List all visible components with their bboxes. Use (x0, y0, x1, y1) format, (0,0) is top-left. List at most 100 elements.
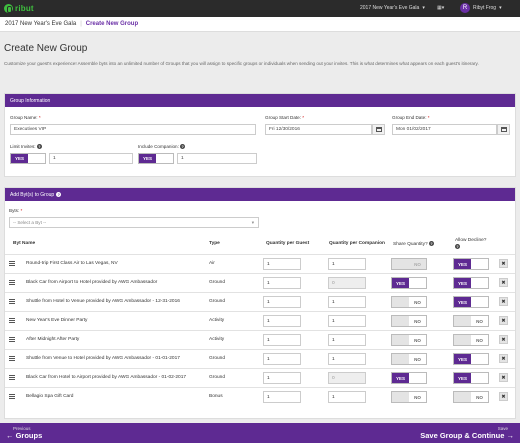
arrow-left-icon: ← (6, 431, 14, 440)
qty-guest-input[interactable]: 1 (263, 372, 301, 384)
byt-name: Black Car from Airport to Hotel provided… (26, 280, 158, 285)
share-quantity-toggle[interactable]: YES (391, 372, 427, 384)
close-icon[interactable]: ✖ (499, 278, 508, 287)
allow-decline-toggle[interactable]: NO (453, 391, 489, 403)
share-quantity-toggle[interactable]: NO (391, 391, 427, 403)
drag-handle-icon[interactable] (9, 261, 15, 266)
chevron-down-icon: ▾ (251, 219, 254, 225)
save-continue-label: Save Group & Continue (420, 431, 505, 440)
qty-guest-input[interactable]: 1 (263, 391, 301, 403)
close-icon[interactable]: ✖ (499, 259, 508, 268)
allow-decline-toggle[interactable]: YES (453, 353, 489, 365)
close-icon[interactable]: ✖ (499, 297, 508, 306)
close-icon[interactable]: ✖ (499, 316, 508, 325)
close-icon[interactable]: ✖ (499, 392, 508, 401)
byt-type: Activity (209, 337, 225, 342)
event-selector[interactable]: 2017 New Year's Eve Gala ▾ (360, 5, 425, 11)
share-quantity-toggle[interactable]: NO (391, 296, 427, 308)
share-quantity-toggle[interactable]: NO (391, 315, 427, 327)
qty-guest-input[interactable]: 1 (263, 296, 301, 308)
byt-type: Ground (209, 299, 225, 304)
help-icon[interactable]: ? (56, 192, 62, 197)
table-row: After Midnight After Party Activity 1 1 NO NO… (5, 330, 515, 349)
chevron-down-icon: ▾ (422, 5, 425, 11)
drag-handle-icon[interactable] (9, 280, 15, 285)
drag-handle-icon[interactable] (9, 394, 15, 399)
share-quantity-toggle[interactable]: NO (391, 334, 427, 346)
qty-companion-input[interactable]: 1 (328, 258, 366, 270)
chevron-down-icon: ▾ (499, 5, 502, 11)
allow-decline-toggle[interactable]: NO (453, 315, 489, 327)
qty-companion-input[interactable]: 1 (328, 296, 366, 308)
share-quantity-toggle[interactable]: NO (391, 353, 427, 365)
byt-type: Air (209, 261, 215, 266)
close-icon[interactable]: ✖ (499, 354, 508, 363)
qty-companion-input[interactable]: 1 (328, 353, 366, 365)
calendar-icon[interactable] (497, 124, 510, 135)
page-title: Create New Group (4, 43, 88, 54)
start-date-label: Group Start Date: * (265, 115, 305, 120)
qty-companion-input[interactable]: 0 (328, 372, 366, 384)
col-qty-guest: Quantity per Guest (266, 241, 310, 246)
qty-companion-input[interactable]: 1 (328, 315, 366, 327)
breadcrumb: 2017 New Year's Eve Gala | Create New Gr… (0, 17, 520, 32)
help-icon[interactable]: ? (429, 241, 435, 246)
user-menu[interactable]: R Ribyt Frog ▾ (460, 3, 502, 13)
byt-select-placeholder: -- Select a Byt -- (13, 220, 47, 225)
group-info-heading: Group Information (10, 97, 51, 104)
drag-handle-icon[interactable] (9, 318, 15, 323)
help-icon[interactable]: ? (455, 244, 460, 249)
qty-guest-input[interactable]: 1 (263, 258, 301, 270)
start-date-input[interactable]: Fri 12/30/2016 (265, 124, 372, 135)
include-companion-label: Include Companion: ? (138, 144, 186, 150)
user-name: Ribyt Frog (473, 5, 497, 11)
group-name-input[interactable]: Executives VIP (10, 124, 256, 135)
qty-guest-input[interactable]: 1 (263, 277, 301, 289)
drag-handle-icon[interactable] (9, 356, 15, 361)
qty-guest-input[interactable]: 1 (263, 315, 301, 327)
share-quantity-toggle[interactable]: NO (391, 258, 427, 270)
qty-companion-input[interactable]: 1 (328, 334, 366, 346)
table-row: Shuttle from Hotel to Venue provided by … (5, 292, 515, 311)
limit-invites-toggle[interactable]: YES (10, 153, 46, 164)
limit-invites-input[interactable]: 1 (49, 153, 133, 164)
app-logo[interactable]: ribut (4, 4, 34, 13)
companion-count-input[interactable]: 1 (177, 153, 257, 164)
byt-name: Shuttle from Hotel to Venue provided by … (26, 299, 180, 304)
panel-heading: Add Byt(s) to Group ? (5, 188, 515, 201)
previous-button[interactable]: Previous ← Groups (6, 426, 42, 440)
allow-decline-toggle[interactable]: YES (453, 372, 489, 384)
allow-decline-toggle[interactable]: YES (453, 296, 489, 308)
group-information-panel: Group Information Group Name: * Executiv… (4, 93, 516, 177)
breadcrumb-parent[interactable]: 2017 New Year's Eve Gala (5, 21, 76, 27)
qty-companion-input[interactable]: 1 (328, 391, 366, 403)
col-share-quantity: Share Quantity? ? (393, 241, 435, 247)
qty-guest-input[interactable]: 1 (263, 334, 301, 346)
drag-handle-icon[interactable] (9, 299, 15, 304)
allow-decline-toggle[interactable]: NO (453, 334, 489, 346)
allow-decline-toggle[interactable]: YES (453, 277, 489, 289)
qty-guest-input[interactable]: 1 (263, 353, 301, 365)
byt-name: Round-trip First Class Air to Las Vegas,… (26, 261, 118, 266)
byt-name: Shuttle from Venue to Hotel provided by … (26, 356, 180, 361)
byt-select[interactable]: -- Select a Byt -- ▾ (9, 217, 259, 228)
drag-handle-icon[interactable] (9, 337, 15, 342)
include-companion-toggle[interactable]: YES (138, 153, 174, 164)
share-quantity-toggle[interactable]: YES (391, 277, 427, 289)
calendar-icon[interactable] (372, 124, 385, 135)
help-icon[interactable]: ? (180, 144, 186, 150)
allow-decline-toggle[interactable]: YES (453, 258, 489, 270)
byt-type: Ground (209, 375, 225, 380)
group-name-label: Group Name: * (10, 115, 41, 120)
end-date-input[interactable]: Mon 01/02/2017 (392, 124, 497, 135)
byt-name: After Midnight After Party (26, 337, 80, 342)
drag-handle-icon[interactable] (9, 375, 15, 380)
help-icon[interactable]: ? (36, 144, 42, 150)
close-icon[interactable]: ✖ (499, 373, 508, 382)
qty-companion-input[interactable]: 0 (328, 277, 366, 289)
calendar-icon[interactable]: ▦▾ (437, 5, 444, 11)
close-icon[interactable]: ✖ (499, 335, 508, 344)
save-continue-button[interactable]: Save Save Group & Continue → (420, 426, 514, 440)
toggle-yes: YES (139, 154, 156, 163)
panel-heading: Group Information (5, 94, 515, 107)
